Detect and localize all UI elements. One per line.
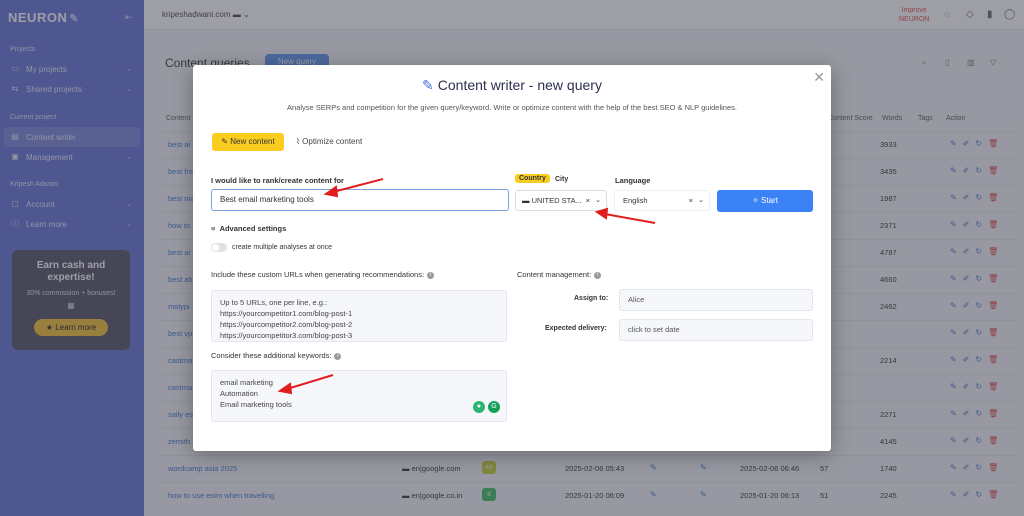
annotation-arrows xyxy=(277,178,656,395)
arrowhead xyxy=(594,207,609,220)
arrow-country xyxy=(604,213,656,224)
arrowhead xyxy=(323,185,339,198)
arrow-keywords xyxy=(286,374,334,390)
arrowhead xyxy=(277,382,293,395)
arrow-keyword xyxy=(332,178,384,193)
new-query-modal: ✕ ✎ Content writer - new query Analyse SE… xyxy=(193,65,831,451)
